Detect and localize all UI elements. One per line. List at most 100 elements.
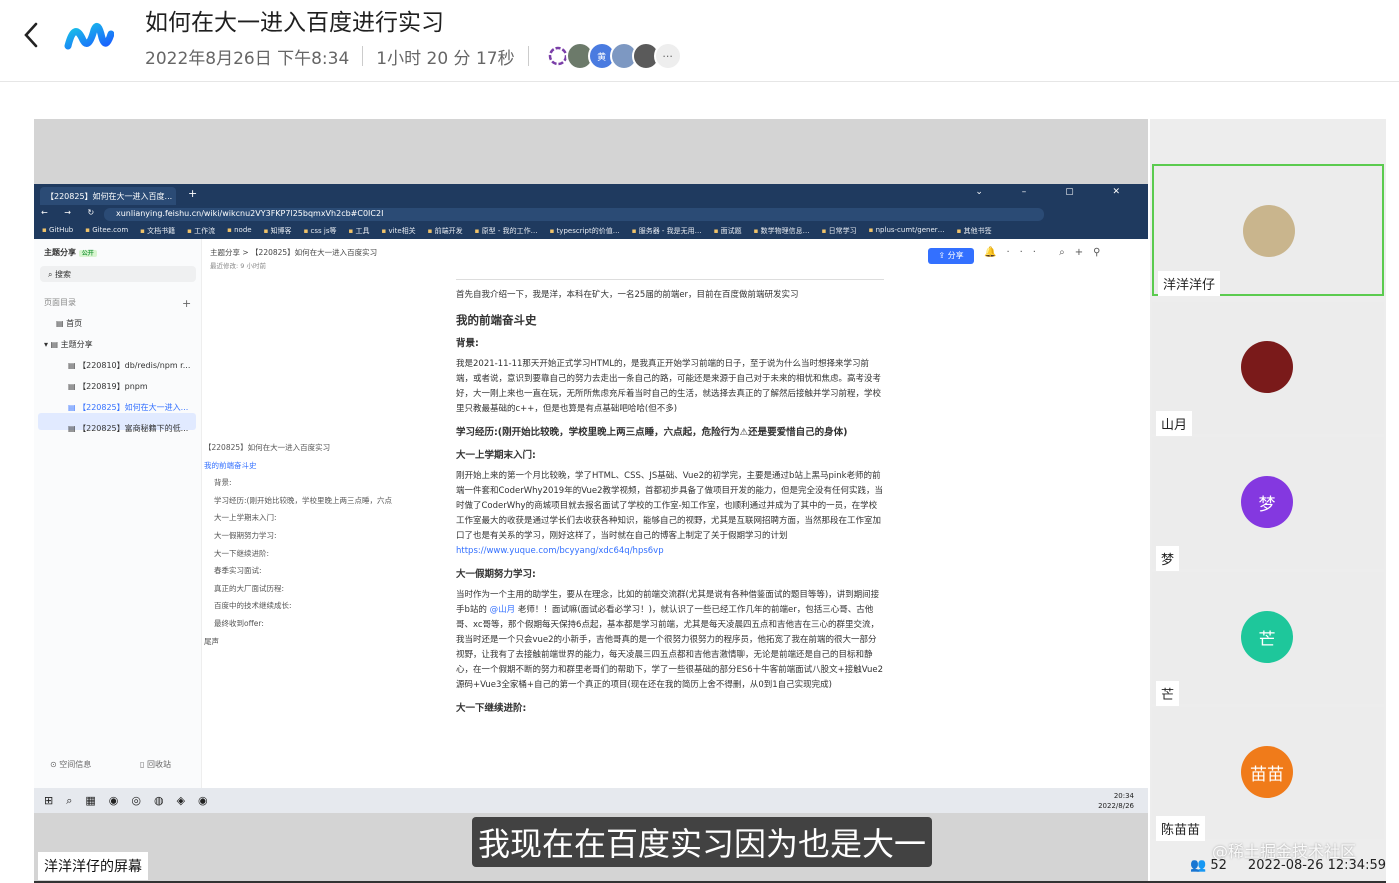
taskbar-app-icons[interactable]: ⊞⌕▦◉◎◍◈◉ xyxy=(44,794,221,808)
bookmark-item[interactable]: nplus-cumt/gener… xyxy=(869,226,945,236)
sidebar-item-label: 【220819】pnpm xyxy=(78,382,148,391)
toc-item[interactable]: 大一下继续进阶: xyxy=(204,548,454,559)
trash-link[interactable]: ▯ 回收站 xyxy=(140,759,171,770)
toc-item[interactable]: 背景: xyxy=(204,477,454,488)
meta-divider xyxy=(527,46,529,66)
new-tab-icon[interactable]: + xyxy=(188,187,197,200)
bookmark-item[interactable]: 前端开发 xyxy=(428,226,463,236)
sidebar-item-label: 主题分享 xyxy=(60,340,93,349)
doc-link[interactable]: https://www.yuque.com/bcyyang/xdc64q/hps… xyxy=(456,546,664,556)
add-page-icon[interactable]: + xyxy=(182,297,191,310)
space-info-link[interactable]: ⊙ 空间信息 xyxy=(50,759,91,770)
paragraph-text: 老师！！面试嘛(面试必看必学习！)，就认识了一些已经工作几年的前端er，包括三心… xyxy=(456,605,884,690)
bookmark-item[interactable]: 原型 - 我的工作… xyxy=(475,226,538,236)
meeting-title: 如何在大一进入百度进行实习 xyxy=(145,10,444,36)
sidebar-item-current-doc[interactable]: ▤ 【220825】如何在大一进入... xyxy=(68,402,188,413)
meeting-date: 2022年8月26日 下午8:34 xyxy=(145,48,350,69)
nav-arrows-icon[interactable]: ← → ↻ xyxy=(41,208,101,217)
participant-name: 洋洋洋仔 xyxy=(1158,271,1221,296)
toc-item[interactable]: 真正的大厂面试历程: xyxy=(204,583,454,594)
toc-item[interactable]: 我的前端奋斗史 xyxy=(204,460,454,471)
doc-toolbar-icons[interactable]: 🔔··· ⌕+⚲ xyxy=(984,247,1110,258)
participant-tile[interactable]: 梦梦 xyxy=(1152,437,1384,571)
bookmark-item[interactable]: 知博客 xyxy=(264,226,292,236)
doc-body: 首先自我介绍一下，我是洋，本科在矿大，一名25届的前端er，目前在百度做前端研发… xyxy=(456,279,884,722)
share-button[interactable]: ⇪ 分享 xyxy=(928,248,974,264)
bookmark-item[interactable]: 数学物理信息… xyxy=(754,226,810,236)
attendee-avatars[interactable]: 黄 ··· xyxy=(543,42,682,70)
wiki-sidebar: 主题分享 公开 ⌕ 搜索 页面目录 + ▤ 首页 ▾ ▤ 主题分享 ▤ 【220… xyxy=(34,239,202,788)
address-bar: ← → ↻ xunlianying.feishu.cn/wiki/wikcnu2… xyxy=(34,205,1148,223)
participant-avatar xyxy=(1241,341,1293,393)
back-arrow-icon[interactable] xyxy=(18,18,44,52)
tray-date: 2022/8/26 xyxy=(1098,802,1134,810)
sidebar-search-input[interactable]: ⌕ 搜索 xyxy=(40,266,196,282)
bookmark-item[interactable]: 服务器 - 我是无用… xyxy=(632,226,702,236)
search-placeholder: 搜索 xyxy=(55,270,72,279)
toc-item[interactable]: 大一假期努力学习: xyxy=(204,530,454,541)
sidebar-item-doc[interactable]: ▤ 【220819】pnpm xyxy=(68,381,148,392)
sidebar-item-home[interactable]: ▤ 首页 xyxy=(56,318,82,329)
breadcrumb-text[interactable]: 主题分享 > 【220825】如何在大一进入百度实习 xyxy=(210,247,377,258)
toc-item[interactable]: 尾声 xyxy=(204,636,454,647)
toc-item[interactable]: 学习经历:(刚开始比较晚，学校里晚上两三点睡，六点 xyxy=(204,495,454,506)
timestamp: 2022-08-26 12:34:59 xyxy=(1247,858,1386,873)
doc-paragraph: 我是2021-11-11那天开始正式学习HTML的，是我真正开始学习前端的日子，… xyxy=(456,359,882,414)
user-mention[interactable]: @山月 xyxy=(490,605,516,615)
participant-tile[interactable]: 苗苗陈苗苗 xyxy=(1152,707,1384,841)
sidebar-item-doc[interactable]: ▤ 【220810】db/redis/npm r... xyxy=(68,360,190,371)
bookmark-item[interactable]: 其他书签 xyxy=(957,226,992,236)
participant-tile[interactable]: 洋洋洋仔 xyxy=(1152,164,1384,296)
bookmark-item[interactable]: typescript的价值… xyxy=(550,226,620,236)
toc-item[interactable]: 春季实习面试: xyxy=(204,565,454,576)
doc-breadcrumb: 主题分享 > 【220825】如何在大一进入百度实习 最近修改: 9 小时前 xyxy=(210,247,377,270)
sidebar-item-topic[interactable]: ▾ ▤ 主题分享 xyxy=(44,339,93,350)
bookmark-item[interactable]: GitHub xyxy=(42,226,73,236)
viewer-count: 👥 52 xyxy=(1190,858,1227,873)
section-label: 页面目录 xyxy=(44,298,76,307)
bookmark-item[interactable]: 工具 xyxy=(349,226,370,236)
more-attendees-icon[interactable]: ··· xyxy=(653,42,682,70)
participant-panel: 洋洋洋仔 山月梦梦芒芒苗苗 陈苗苗 xyxy=(1150,119,1386,883)
shared-screen: 【220825】如何在大一进入百度... + ⌄ – ▢ ✕ ← → ↻ xun… xyxy=(34,119,1148,883)
toc-item[interactable]: 最终收到offer: xyxy=(204,618,454,629)
doc-paragraph: 当时作为一个主用的助学生，要从在理念，比如的前端交流群(尤其是说有各种借鉴面试的… xyxy=(456,588,884,693)
last-modified: 最近修改: 9 小时前 xyxy=(210,262,266,270)
participant-avatar: 梦 xyxy=(1241,476,1293,528)
sidebar-item-label: 【220825】富商秘籍下的低... xyxy=(78,424,189,433)
bookmark-item[interactable]: 工作流 xyxy=(187,226,215,236)
window-controls-icon[interactable]: ⌄ – ▢ ✕ xyxy=(975,187,1138,197)
bookmark-item[interactable]: css js等 xyxy=(304,226,337,236)
live-subtitle: 我现在在百度实习因为也是大一 xyxy=(472,817,933,867)
app-logo-icon xyxy=(64,22,114,50)
bookmark-item[interactable]: vite相关 xyxy=(382,226,415,236)
toc-item[interactable]: 大一上学期末入门: xyxy=(204,512,454,523)
participant-tile[interactable]: 芒芒 xyxy=(1152,572,1384,706)
toc-item[interactable]: 百度中的技术继续成长: xyxy=(204,600,454,611)
participant-tile[interactable]: 山月 xyxy=(1152,302,1384,436)
toc-item[interactable]: 【220825】如何在大一进入百度实习 xyxy=(204,442,454,453)
doc-subheading: 学习经历:(刚开始比较晚，学校里晚上两三点睡，六点起，危险行为⚠还是要爱惜自己的… xyxy=(456,427,848,438)
sidebar-title-text: 主题分享 xyxy=(44,248,76,257)
windows-taskbar: ⊞⌕▦◉◎◍◈◉ 20:34 2022/8/26 xyxy=(34,788,1148,813)
sidebar-title: 主题分享 公开 xyxy=(44,247,97,258)
meta-divider xyxy=(362,46,364,66)
bookmark-item[interactable]: 面试题 xyxy=(714,226,742,236)
participant-name: 陈苗苗 xyxy=(1156,816,1206,841)
bookmark-item[interactable]: node xyxy=(227,226,251,236)
bookmark-item[interactable]: Gitee.com xyxy=(85,226,128,236)
participant-avatar: 芒 xyxy=(1241,611,1293,663)
bookmark-item[interactable]: 日常学习 xyxy=(822,226,857,236)
browser-tab[interactable]: 【220825】如何在大一进入百度... xyxy=(40,187,176,205)
viewer-count-value: 52 xyxy=(1210,858,1227,873)
participant-avatar: 苗苗 xyxy=(1241,746,1293,798)
paragraph-text: 刚开始上来的第一个月比较晚，学了HTML、CSS、JS基础、Vue2的初学完，主… xyxy=(456,471,883,541)
url-input[interactable]: xunlianying.feishu.cn/wiki/wikcnu2VY3FKP… xyxy=(104,208,1044,221)
participant-name: 芒 xyxy=(1156,681,1180,706)
participant-name: 梦 xyxy=(1156,546,1180,571)
doc-paragraph: 刚开始上来的第一个月比较晚，学了HTML、CSS、JS基础、Vue2的初学完，主… xyxy=(456,469,884,559)
sidebar-item-doc[interactable]: ▤ 【220825】富商秘籍下的低... xyxy=(68,423,188,434)
screen-owner-label: 洋洋洋仔的屏幕 xyxy=(38,852,148,880)
bookmark-item[interactable]: 文档书籍 xyxy=(140,226,175,236)
doc-intro: 首先自我介绍一下，我是洋，本科在矿大，一名25届的前端er，目前在百度做前端研发… xyxy=(456,279,884,303)
